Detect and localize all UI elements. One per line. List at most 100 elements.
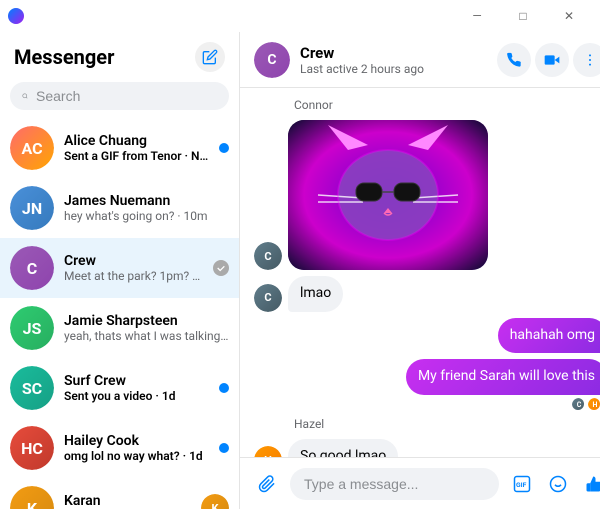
unread-indicator: [219, 143, 229, 153]
bubble-sarah: My friend Sarah will love this: [406, 359, 600, 395]
reaction-row: C H: [571, 397, 600, 411]
check-icon: [216, 263, 226, 273]
conv-preview: omg lol no way what? · 1d: [64, 449, 209, 463]
conv-preview: Meet at the park? 1pm? · 14m: [64, 269, 203, 283]
search-container: [0, 78, 239, 118]
conv-name: Surf Crew: [64, 373, 209, 389]
avatar-connor-small: C: [254, 284, 282, 312]
sidebar: Messenger AC: [0, 32, 240, 509]
sidebar-header: Messenger: [0, 32, 239, 78]
avatar-james: JN: [10, 186, 54, 230]
conv-info: Crew Meet at the park? 1pm? · 14m: [64, 253, 203, 283]
input-right-buttons: GIF: [505, 467, 600, 501]
message-hahahah: hahahah omg: [254, 318, 600, 354]
conv-name: Alice Chuang: [64, 133, 209, 149]
more-icon: [582, 52, 598, 68]
attachment-icon: [258, 475, 276, 493]
conv-preview: hey what's going on? · 10m: [64, 209, 229, 223]
conv-info: Surf Crew Sent you a video · 1d: [64, 373, 209, 403]
avatar-initials: JS: [10, 306, 54, 350]
cat-image-svg: [288, 120, 488, 270]
message-image: C: [254, 120, 600, 270]
conv-preview: Sent a GIF from Tenor · Now: [64, 149, 209, 163]
read-indicator: [213, 260, 229, 276]
avatar-initials: HC: [10, 426, 54, 470]
conv-info: James Nuemann hey what's going on? · 10m: [64, 193, 229, 223]
sender-label-hazel: Hazel: [294, 417, 600, 431]
conv-item-james[interactable]: JN James Nuemann hey what's going on? · …: [0, 178, 239, 238]
app-icon: [8, 8, 24, 24]
avatar-alice: AC: [10, 126, 54, 170]
conv-name: James Nuemann: [64, 193, 229, 209]
conv-item-crew[interactable]: C Crew Meet at the park? 1pm? · 14m: [0, 238, 239, 298]
avatar-initials: SC: [10, 366, 54, 410]
karan-avatar-mini: K: [201, 494, 229, 509]
chat-header-name: Crew: [300, 44, 487, 62]
chat-header-status: Last active 2 hours ago: [300, 62, 487, 76]
more-button[interactable]: [573, 43, 600, 77]
unread-indicator: [219, 443, 229, 453]
conv-name: Karan: [64, 493, 191, 509]
emoji-button[interactable]: [541, 467, 575, 501]
bubble-hahahah: hahahah omg: [498, 318, 600, 354]
maximize-button[interactable]: □: [500, 0, 546, 32]
conv-item-jamie[interactable]: JS Jamie Sharpsteen yeah, thats what I w…: [0, 298, 239, 358]
messages-area: Connor C: [240, 88, 600, 457]
unread-indicator: [219, 383, 229, 393]
conv-info: Jamie Sharpsteen yeah, thats what I was …: [64, 313, 229, 343]
phone-icon: [506, 52, 522, 68]
message-lmao: C lmao: [254, 276, 600, 312]
message-input[interactable]: [290, 468, 499, 500]
avatar-initials: JN: [10, 186, 54, 230]
input-bar: GIF: [240, 457, 600, 509]
message-sogood: H So good lmao: [254, 439, 600, 457]
conv-item-karan[interactable]: K Karan heh no · 1d K: [0, 478, 239, 509]
conv-item-surf[interactable]: SC Surf Crew Sent you a video · 1d: [0, 358, 239, 418]
conv-name: Jamie Sharpsteen: [64, 313, 229, 329]
phone-button[interactable]: [497, 43, 531, 77]
conv-info: Hailey Cook omg lol no way what? · 1d: [64, 433, 209, 463]
avatar-hazel-1: H: [254, 446, 282, 457]
conv-item-alice[interactable]: AC Alice Chuang Sent a GIF from Tenor · …: [0, 118, 239, 178]
conv-name: Crew: [64, 253, 203, 269]
chat-header-actions: [497, 43, 600, 77]
search-icon: [22, 89, 28, 103]
conv-item-hailey[interactable]: HC Hailey Cook omg lol no way what? · 1d: [0, 418, 239, 478]
avatar-hailey: HC: [10, 426, 54, 470]
video-button[interactable]: [535, 43, 569, 77]
message-sarah: My friend Sarah will love this: [406, 359, 600, 395]
main-layout: Messenger AC: [0, 32, 600, 509]
avatar-initials: C: [10, 246, 54, 290]
conv-preview: Sent you a video · 1d: [64, 389, 209, 403]
conv-info: Karan heh no · 1d: [64, 493, 191, 509]
bubble-lmao: lmao: [288, 276, 343, 312]
conversation-list: AC Alice Chuang Sent a GIF from Tenor · …: [0, 118, 239, 509]
gif-button[interactable]: GIF: [505, 467, 539, 501]
emoji-icon: [549, 475, 567, 493]
avatar-surf: SC: [10, 366, 54, 410]
search-input[interactable]: [36, 88, 217, 104]
conv-info: Alice Chuang Sent a GIF from Tenor · Now: [64, 133, 209, 163]
chat-header-avatar: C: [254, 42, 290, 78]
sidebar-title: Messenger: [14, 45, 114, 69]
titlebar-left: [8, 8, 24, 24]
titlebar: — □ ✕: [0, 0, 600, 32]
cat-image-bubble: [288, 120, 488, 270]
close-button[interactable]: ✕: [546, 0, 592, 32]
like-button[interactable]: [577, 467, 600, 501]
search-box[interactable]: [10, 82, 229, 110]
video-icon: [544, 52, 560, 68]
attachment-button[interactable]: [250, 467, 284, 501]
titlebar-controls: — □ ✕: [454, 0, 592, 32]
minimize-button[interactable]: —: [454, 0, 500, 32]
thumbs-up-icon: [585, 475, 600, 493]
chat-header-info: Crew Last active 2 hours ago: [300, 44, 487, 76]
avatar-initials: AC: [10, 126, 54, 170]
reaction-avatar-2: H: [587, 397, 600, 411]
chat-area: C Crew Last active 2 hours ago: [240, 32, 600, 509]
chat-header: C Crew Last active 2 hours ago: [240, 32, 600, 88]
compose-button[interactable]: [195, 42, 225, 72]
avatar-jamie: JS: [10, 306, 54, 350]
bubble-sogood: So good lmao: [288, 439, 398, 457]
gif-icon: GIF: [513, 475, 531, 493]
